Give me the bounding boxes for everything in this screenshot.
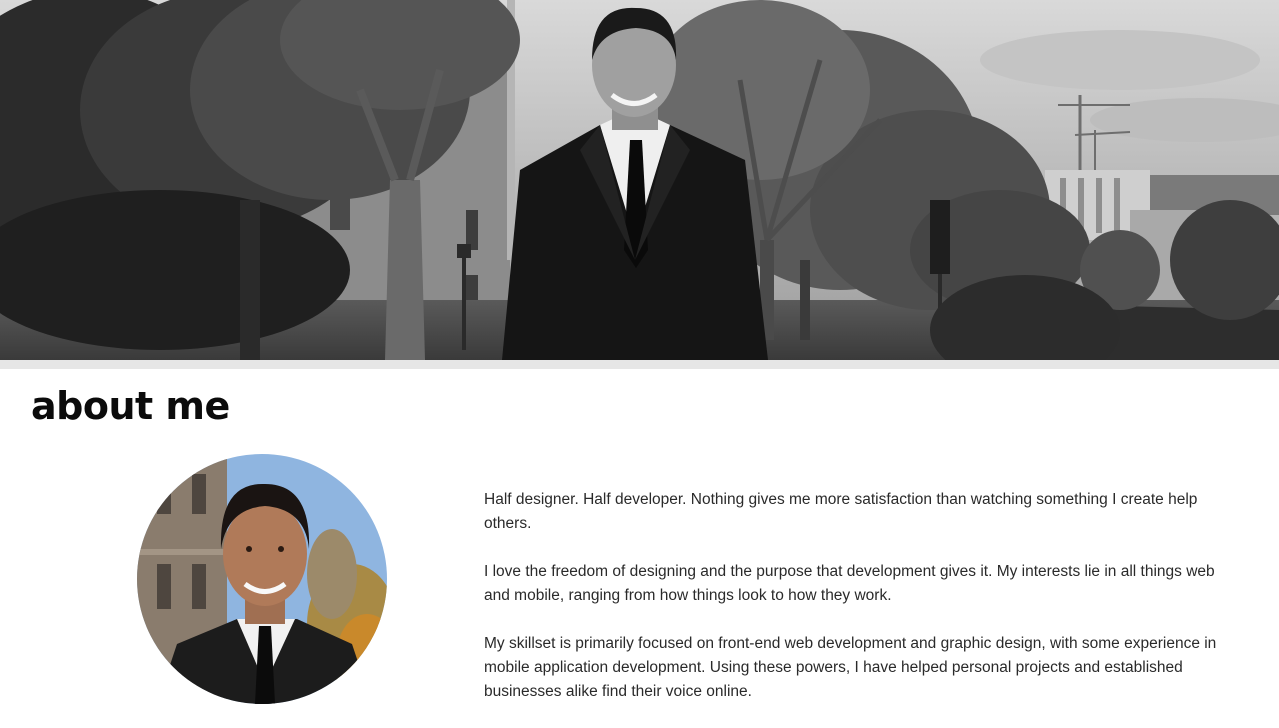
bio-text: Half designer. Half developer. Nothing g… <box>484 488 1234 728</box>
profile-portrait <box>137 454 387 704</box>
section-title: about me <box>31 384 230 428</box>
hero-divider <box>0 360 1279 369</box>
bio-paragraph-1: Half designer. Half developer. Nothing g… <box>484 491 1198 532</box>
hero-photo <box>0 0 1279 360</box>
bio-paragraph-2: I love the freedom of designing and the … <box>484 563 1215 604</box>
bio-paragraph-3: My skillset is primarily focused on fron… <box>484 635 1217 700</box>
portrait-photo <box>137 454 387 704</box>
hero-banner-image <box>0 0 1279 360</box>
